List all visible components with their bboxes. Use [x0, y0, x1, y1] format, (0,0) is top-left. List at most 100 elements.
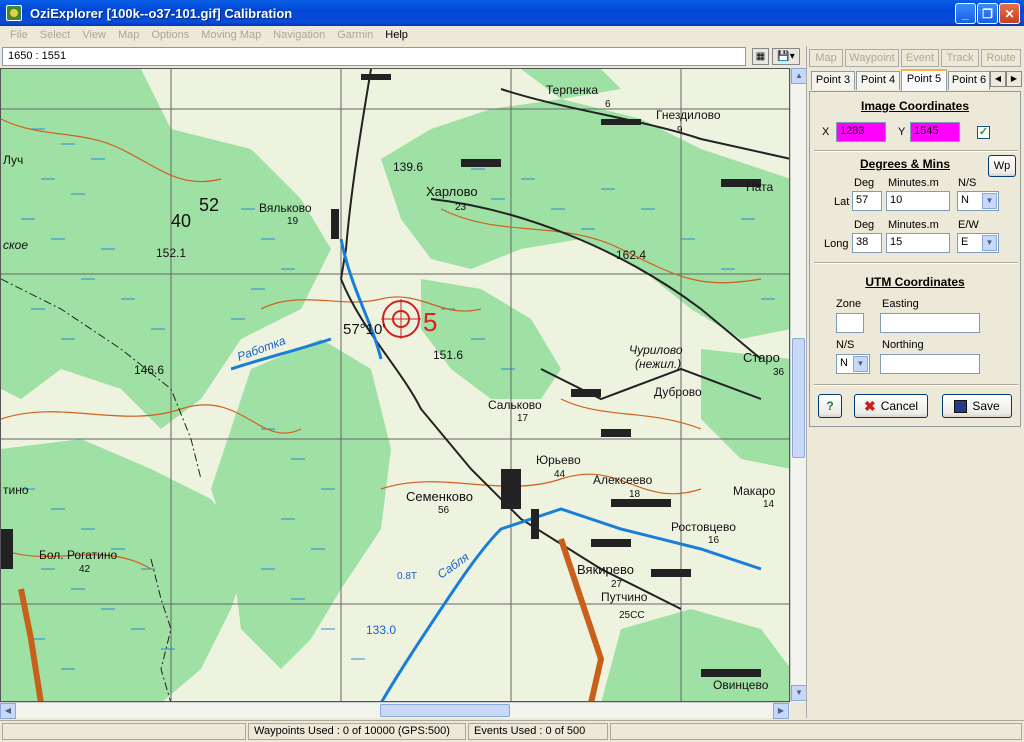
save-button[interactable]: Save: [942, 394, 1012, 418]
minimize-icon[interactable]: _: [955, 3, 976, 24]
place-label: Юрьево: [536, 453, 581, 467]
vertical-scroll-thumb[interactable]: [792, 338, 805, 458]
number-label: 18: [629, 489, 641, 500]
number-label: 23: [455, 202, 467, 213]
number-label: 0.8Т: [397, 571, 417, 582]
scroll-up-icon[interactable]: ▲: [791, 68, 807, 84]
number-label: 6: [605, 99, 611, 110]
chevron-down-icon[interactable]: ▼: [982, 193, 997, 209]
scroll-right-icon[interactable]: ▶: [773, 703, 789, 719]
cursor-coordinate-display: 1650 : 1551: [2, 47, 746, 66]
image-coords-checkbox[interactable]: ✓: [977, 126, 990, 139]
tab-scroll-left-icon[interactable]: ◀: [990, 71, 1006, 87]
place-label: Путчино: [601, 590, 648, 604]
save-label: Save: [972, 399, 1000, 413]
y-label: Y: [898, 126, 906, 138]
lat-deg-field[interactable]: 57: [852, 191, 882, 211]
elevation-label: 133.0: [366, 623, 396, 637]
number-label: 27: [611, 579, 623, 590]
place-label: Вякирево: [577, 562, 634, 577]
grid-number: 52: [199, 195, 219, 215]
app-icon: [6, 5, 22, 21]
lat-ns-select[interactable]: N ▼: [957, 191, 999, 211]
menu-bar: File Select View Map Options Moving Map …: [0, 26, 1024, 44]
tab-scroll-right-icon[interactable]: ▶: [1006, 71, 1022, 87]
tab-point-3[interactable]: Point 3: [811, 71, 855, 90]
topographic-map[interactable]: 5 Терпенка Гнездилово Харлово Вяльково Н…: [1, 69, 790, 702]
tab-track[interactable]: Track: [941, 49, 979, 67]
place-label: Гнездилово: [656, 108, 721, 122]
minutes-header: Minutes.m: [888, 219, 939, 231]
utm-zone-field[interactable]: [836, 313, 864, 333]
place-label: Овинцево: [713, 678, 769, 692]
help-button[interactable]: ?: [818, 394, 842, 418]
ns-header: N/S: [958, 177, 977, 189]
wp-button[interactable]: Wp: [988, 155, 1016, 177]
place-label: Терпенка: [546, 83, 598, 97]
menu-moving-map[interactable]: Moving Map: [201, 29, 261, 41]
grid-number: 40: [171, 211, 191, 231]
utm-northing-field[interactable]: [880, 354, 980, 374]
chevron-down-icon[interactable]: ▼: [982, 235, 997, 251]
menu-help[interactable]: Help: [385, 29, 408, 41]
x-label: X: [822, 126, 830, 138]
number-label: 25СС: [619, 610, 645, 621]
place-label: Ростовцево: [671, 520, 736, 534]
menu-navigation[interactable]: Navigation: [273, 29, 325, 41]
tab-route[interactable]: Route: [981, 49, 1021, 67]
close-icon[interactable]: ✕: [999, 3, 1020, 24]
long-ew-value: E: [961, 236, 969, 248]
image-x-field[interactable]: 1283: [836, 122, 886, 142]
horizontal-scrollbar[interactable]: ◀ ▶: [0, 702, 790, 719]
long-label: Long: [824, 238, 849, 250]
cancel-x-icon: ✖: [863, 397, 876, 414]
elevation-label: 139.6: [393, 160, 423, 174]
map-view[interactable]: 5 Терпенка Гнездилово Харлово Вяльково Н…: [0, 68, 790, 702]
menu-select[interactable]: Select: [40, 29, 71, 41]
horizontal-scroll-thumb[interactable]: [380, 704, 510, 717]
utm-easting-field[interactable]: [880, 313, 980, 333]
long-deg-field[interactable]: 38: [852, 233, 882, 253]
place-label: Бол. Рогатино: [39, 548, 117, 562]
tab-map[interactable]: Map: [809, 49, 843, 67]
utm-coordinates-title: UTM Coordinates: [865, 275, 965, 289]
chevron-down-icon[interactable]: ▼: [853, 356, 868, 372]
tab-point-5[interactable]: Point 5: [901, 69, 947, 91]
menu-map[interactable]: Map: [118, 29, 139, 41]
image-y-field[interactable]: 1545: [910, 122, 960, 142]
menu-file[interactable]: File: [10, 29, 28, 41]
maximize-icon[interactable]: ❐: [977, 3, 998, 24]
tab-waypoint[interactable]: Waypoint: [845, 49, 899, 67]
menu-garmin[interactable]: Garmin: [337, 29, 373, 41]
cancel-button[interactable]: ✖ Cancel: [854, 394, 928, 418]
floppy-disk-icon: [954, 399, 968, 413]
elevation-label: 152.1: [156, 246, 186, 260]
save-dropdown-icon[interactable]: 💾▾: [772, 48, 800, 65]
number-label: 36: [773, 367, 785, 378]
separator: [814, 150, 1018, 152]
place-label: Ната: [746, 180, 773, 194]
tab-point-6[interactable]: Point 6: [948, 71, 990, 90]
status-cell-empty: [610, 723, 1022, 740]
number-label: 44: [554, 469, 566, 480]
menu-options[interactable]: Options: [151, 29, 189, 41]
menu-view[interactable]: View: [82, 29, 106, 41]
elevation-label: 146.6: [134, 363, 164, 377]
map-image-icon[interactable]: ▦: [752, 48, 769, 65]
utm-ns-select[interactable]: N ▼: [836, 354, 870, 374]
scroll-down-icon[interactable]: ▼: [791, 685, 807, 701]
tab-point-4[interactable]: Point 4: [856, 71, 900, 90]
long-min-field[interactable]: 15: [886, 233, 950, 253]
degrees-mins-title: Degrees & Mins: [859, 157, 951, 171]
lat-min-field[interactable]: 10: [886, 191, 950, 211]
scroll-left-icon[interactable]: ◀: [0, 703, 16, 719]
scroll-corner: [790, 702, 806, 718]
number-label: 16: [708, 535, 720, 546]
long-ew-select[interactable]: E ▼: [957, 233, 999, 253]
place-label: Харлово: [426, 184, 478, 199]
coordinate-bar: 1650 : 1551 ▦ 💾▾: [0, 46, 806, 67]
tab-event[interactable]: Event: [901, 49, 939, 67]
utm-ns-value: N: [840, 357, 848, 369]
tab-scroll-arrows: ◀ ▶: [990, 71, 1022, 88]
place-label: тино: [3, 483, 29, 497]
